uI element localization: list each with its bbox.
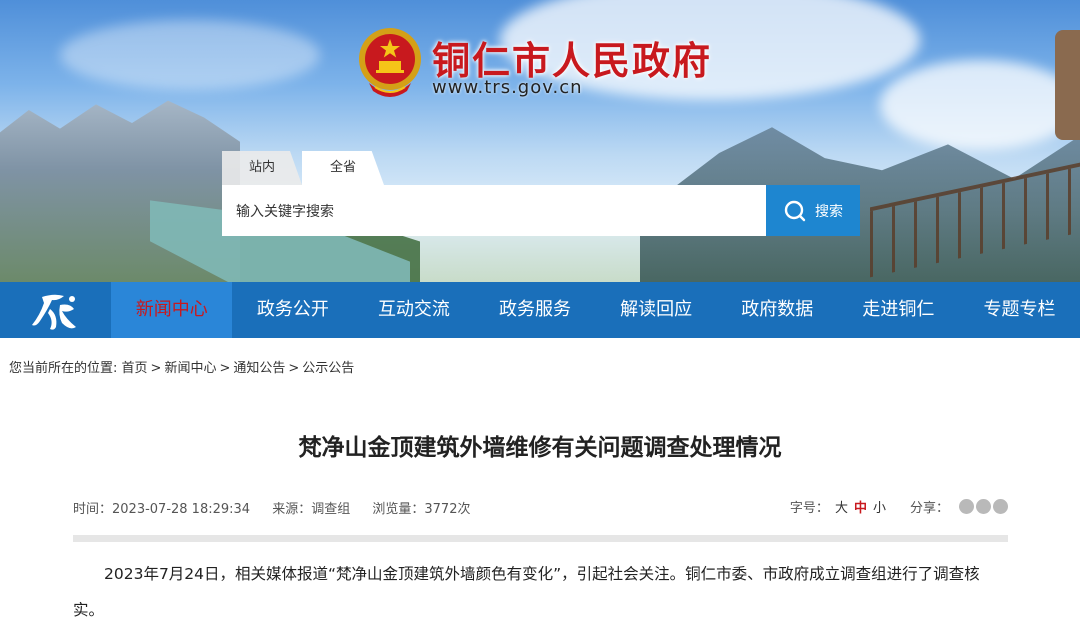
- search-tab-site[interactable]: 站内: [222, 151, 302, 185]
- search-icon: [784, 200, 806, 221]
- rock-scenery: [1055, 30, 1080, 140]
- breadcrumb-news-center[interactable]: 新闻中心: [164, 361, 216, 376]
- nav-item-special-topics[interactable]: 专题专栏: [959, 282, 1080, 338]
- site-url: www.trs.gov.cn: [432, 77, 583, 98]
- search-placeholder: 输入关键字搜索: [236, 203, 334, 220]
- city-calligraphy-logo-icon: [31, 294, 76, 330]
- nav-item-services[interactable]: 政务服务: [475, 282, 596, 338]
- nav-item-data[interactable]: 政府数据: [717, 282, 838, 338]
- publish-time: 时间：2023-07-28 18:29:34: [73, 502, 251, 517]
- cloud-decoration: [60, 20, 320, 90]
- national-emblem-icon: [359, 28, 421, 97]
- breadcrumb: 您当前所在的位置: 首页 > 新闻中心 > 通知公告 > 公示公告: [9, 361, 355, 376]
- article-title: 梵净山金顶建筑外墙维修有关问题调查处理情况: [298, 435, 782, 461]
- weibo-share-icon[interactable]: [976, 499, 991, 514]
- view-count: 浏览量：3772次: [372, 502, 471, 517]
- breadcrumb-prefix: 您当前所在的位置:: [9, 361, 118, 376]
- breadcrumb-home[interactable]: 首页: [122, 361, 148, 376]
- nav-item-interaction[interactable]: 互动交流: [353, 282, 474, 338]
- meta-divider: [73, 535, 1008, 542]
- search-input[interactable]: 输入关键字搜索: [222, 185, 766, 236]
- breadcrumb-notices[interactable]: 通知公告: [233, 361, 285, 376]
- share-label: 分享：: [909, 501, 949, 516]
- nav-item-interpretation[interactable]: 解读回应: [596, 282, 717, 338]
- search-button[interactable]: 搜索: [766, 185, 860, 236]
- wechat-share-icon[interactable]: [959, 499, 974, 514]
- search-tab-province[interactable]: 全省: [302, 151, 384, 185]
- article-tools: 字号： 大 中 小 分享：: [790, 497, 1008, 516]
- nav-item-about-tongren[interactable]: 走进铜仁: [838, 282, 959, 338]
- font-size-medium-button[interactable]: 中: [854, 497, 867, 516]
- search-button-label: 搜索: [815, 203, 843, 220]
- search-scope-tabs: 站内 全省: [222, 151, 384, 185]
- breadcrumb-public-announcements[interactable]: 公示公告: [302, 361, 354, 376]
- nav-logo[interactable]: [0, 282, 111, 338]
- nav-item-news[interactable]: 新闻中心: [111, 282, 233, 338]
- nav-item-gov-affairs[interactable]: 政务公开: [232, 282, 353, 338]
- font-size-large-button[interactable]: 大: [835, 497, 848, 516]
- font-size-small-button[interactable]: 小: [873, 497, 886, 516]
- main-nav: 新闻中心 政务公开 互动交流 政务服务 解读回应 政府数据 走进铜仁 专题专栏: [0, 282, 1080, 338]
- article-body-paragraph: 2023年7月24日，相关媒体报道“梵净山金顶建筑外墙颜色有变化”，引起社会关注…: [73, 565, 980, 619]
- font-size-label: 字号：: [789, 501, 829, 516]
- qq-share-icon[interactable]: [993, 499, 1008, 514]
- article-meta: 时间：2023-07-28 18:29:34 来源：调查组 浏览量：3772次: [73, 498, 488, 517]
- cloud-decoration: [880, 60, 1080, 150]
- article-source: 来源：调查组: [272, 502, 351, 517]
